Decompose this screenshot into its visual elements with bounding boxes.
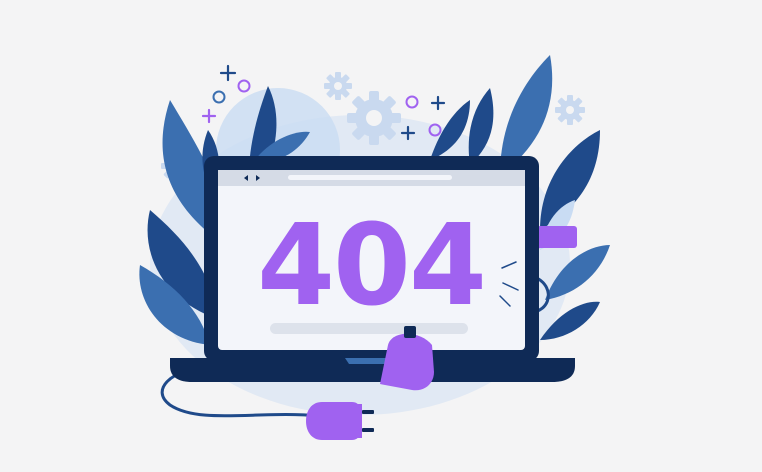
illustration-canvas: 404: [139, 55, 610, 440]
ring-icon: [405, 95, 419, 109]
ring-icon: [212, 90, 226, 104]
gear-icon: [324, 72, 352, 100]
ring-icon: [237, 79, 251, 93]
plus-sparkle-icon: [219, 64, 237, 82]
error-404-illustration: 404: [0, 0, 762, 472]
plus-sparkle-icon: [201, 108, 217, 124]
gear-icon: [555, 95, 585, 125]
floating-tag: [537, 226, 577, 248]
plus-sparkle-icon: [430, 95, 446, 111]
error-code-text: 404: [257, 201, 485, 331]
address-bar: [288, 175, 452, 180]
gear-icon: [347, 91, 401, 145]
